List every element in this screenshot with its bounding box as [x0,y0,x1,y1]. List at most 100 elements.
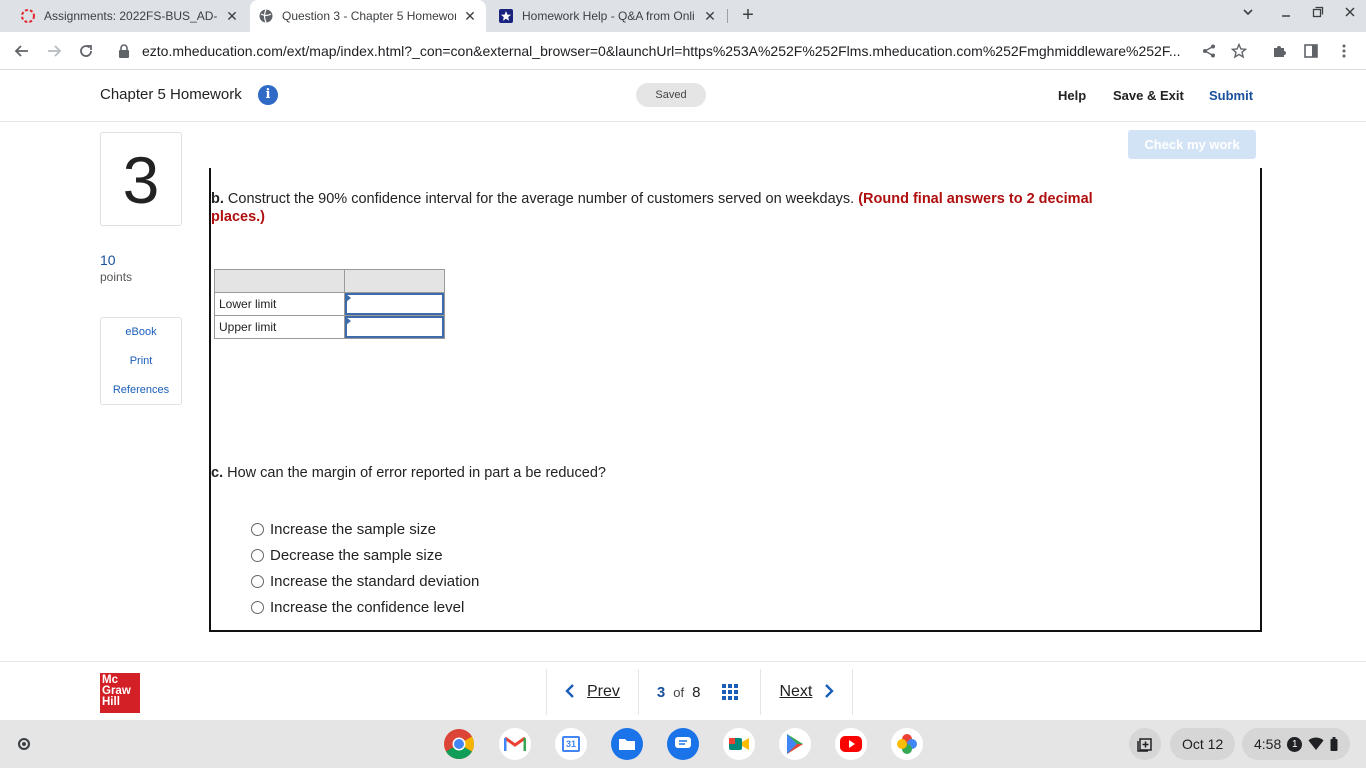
part-c-letter: c. [211,465,224,481]
assignment-title: Chapter 5 Homework [100,86,242,103]
os-shelf: 31 Oct 12 4:58 1 [0,720,1366,768]
prev-button[interactable]: Prev [547,682,638,703]
option-label: Increase the confidence level [270,598,465,616]
tab-question-3[interactable]: Question 3 - Chapter 5 Homewor ✕ [250,0,486,32]
table-header-cell [344,269,445,293]
option-increase-standard-deviation[interactable]: Increase the standard deviation [251,568,479,594]
play-store-icon[interactable] [779,728,811,760]
references-link[interactable]: References [101,376,181,405]
browser-toolbar: ezto.mheducation.com/ext/map/index.html?… [0,32,1366,70]
total-questions: 8 [692,683,701,701]
extensions-puzzle-icon[interactable] [1269,41,1289,61]
files-icon[interactable] [611,728,643,760]
tab-homework-help[interactable]: Homework Help - Q&A from Onli ✕ [490,0,726,32]
saved-status-badge: Saved [636,83,706,107]
answer-options: Increase the sample size Decrease the sa… [251,516,479,620]
info-icon[interactable]: i [258,85,278,105]
ebook-link[interactable]: eBook [101,318,181,347]
next-label: Next [779,683,813,700]
part-b-prompt: b. Construct the 90% confidence interval… [211,190,1111,226]
tab-assignments[interactable]: Assignments: 2022FS-BUS_AD-1 ✕ [12,0,248,32]
restore-icon[interactable] [1308,6,1328,21]
upper-limit-input[interactable] [345,316,444,338]
reload-icon[interactable] [74,39,98,63]
table-row: Lower limit [214,292,445,316]
option-label: Increase the sample size [270,520,436,538]
tab-search-chevron-icon[interactable] [1238,6,1258,21]
radio-button[interactable] [251,548,264,562]
prev-label: Prev [587,683,620,700]
kebab-menu-icon[interactable] [1334,41,1354,61]
tab-title: Assignments: 2022FS-BUS_AD-1 [44,9,218,23]
date-tray[interactable]: Oct 12 [1170,728,1236,760]
input-marker-icon [346,294,351,302]
youtube-icon[interactable] [835,728,867,760]
launcher-icon[interactable] [8,728,40,760]
assignment-footer: Mc Graw Hill Prev 3 of 8 Next [0,661,1366,720]
lower-limit-input[interactable] [345,293,444,315]
table-row: Upper limit [214,315,445,339]
side-panel-icon[interactable] [1301,41,1321,61]
back-icon[interactable] [10,39,34,63]
option-label: Increase the standard deviation [270,572,480,590]
of-label: of [673,684,685,700]
question-pager: Prev 3 of 8 Next [546,669,870,715]
address-bar-url[interactable]: ezto.mheducation.com/ext/map/index.html?… [142,43,1187,59]
logo-line: Hill [102,696,120,708]
meet-icon[interactable] [723,728,755,760]
radio-button[interactable] [251,522,264,536]
input-marker-icon [346,317,351,325]
mcgraw-hill-logo: Mc Graw Hill [100,673,140,713]
bookmark-star-icon[interactable] [1229,41,1249,61]
calendar-icon[interactable]: 31 [555,728,587,760]
close-tab-icon[interactable]: ✕ [702,8,718,24]
close-window-icon[interactable] [1340,6,1360,21]
gmail-icon[interactable] [499,728,531,760]
close-tab-icon[interactable]: ✕ [224,8,240,24]
radio-button[interactable] [251,574,264,588]
notification-badge: 1 [1287,736,1303,752]
confidence-interval-table: Lower limit Upper limit [214,269,445,339]
minimize-icon[interactable] [1276,6,1296,21]
save-exit-button[interactable]: Save & Exit [1113,88,1184,103]
forward-icon[interactable] [42,39,66,63]
question-grid-icon[interactable] [722,684,739,700]
current-question: 3 [656,683,666,701]
chrome-icon[interactable] [443,728,475,760]
option-increase-confidence-level[interactable]: Increase the confidence level [251,594,479,620]
chevron-right-icon [824,682,835,703]
canvas-logo-icon [20,8,36,24]
assignment-header: Chapter 5 Homework i Saved Help Save & E… [0,70,1366,122]
points-label: points [100,270,133,284]
lower-limit-label: Lower limit [214,292,345,316]
chevron-left-icon [565,682,575,703]
new-tab-button[interactable]: + [736,4,760,28]
resource-links: eBook Print References [100,317,182,405]
radio-button[interactable] [251,600,264,614]
option-increase-sample-size[interactable]: Increase the sample size [251,516,479,542]
submit-button[interactable]: Submit [1209,88,1253,103]
share-icon[interactable] [1199,41,1219,61]
close-tab-icon[interactable]: ✕ [462,8,478,24]
option-decrease-sample-size[interactable]: Decrease the sample size [251,542,479,568]
tab-title: Homework Help - Q&A from Onli [522,9,695,23]
status-tray[interactable]: 4:58 1 [1242,728,1351,760]
lower-limit-cell [344,292,445,316]
messages-icon[interactable] [667,728,699,760]
pager-divider [852,669,854,715]
lock-icon[interactable] [118,44,130,58]
question-panel: b. Construct the 90% confidence interval… [209,168,1262,632]
question-number: 3 [100,132,182,226]
points-value: 10 [100,252,116,268]
photos-icon[interactable] [891,728,923,760]
next-button[interactable]: Next [761,682,852,703]
help-button[interactable]: Help [1058,88,1086,103]
calendar-day: 31 [561,736,580,752]
print-link[interactable]: Print [101,347,181,376]
question-position[interactable]: 3 of 8 [639,684,761,701]
date-label: Oct 12 [1182,736,1224,752]
part-b-letter: b. [211,191,224,207]
tote-icon[interactable] [1129,728,1161,760]
globe-icon [258,8,274,24]
check-my-work-button[interactable]: Check my work [1128,130,1256,159]
